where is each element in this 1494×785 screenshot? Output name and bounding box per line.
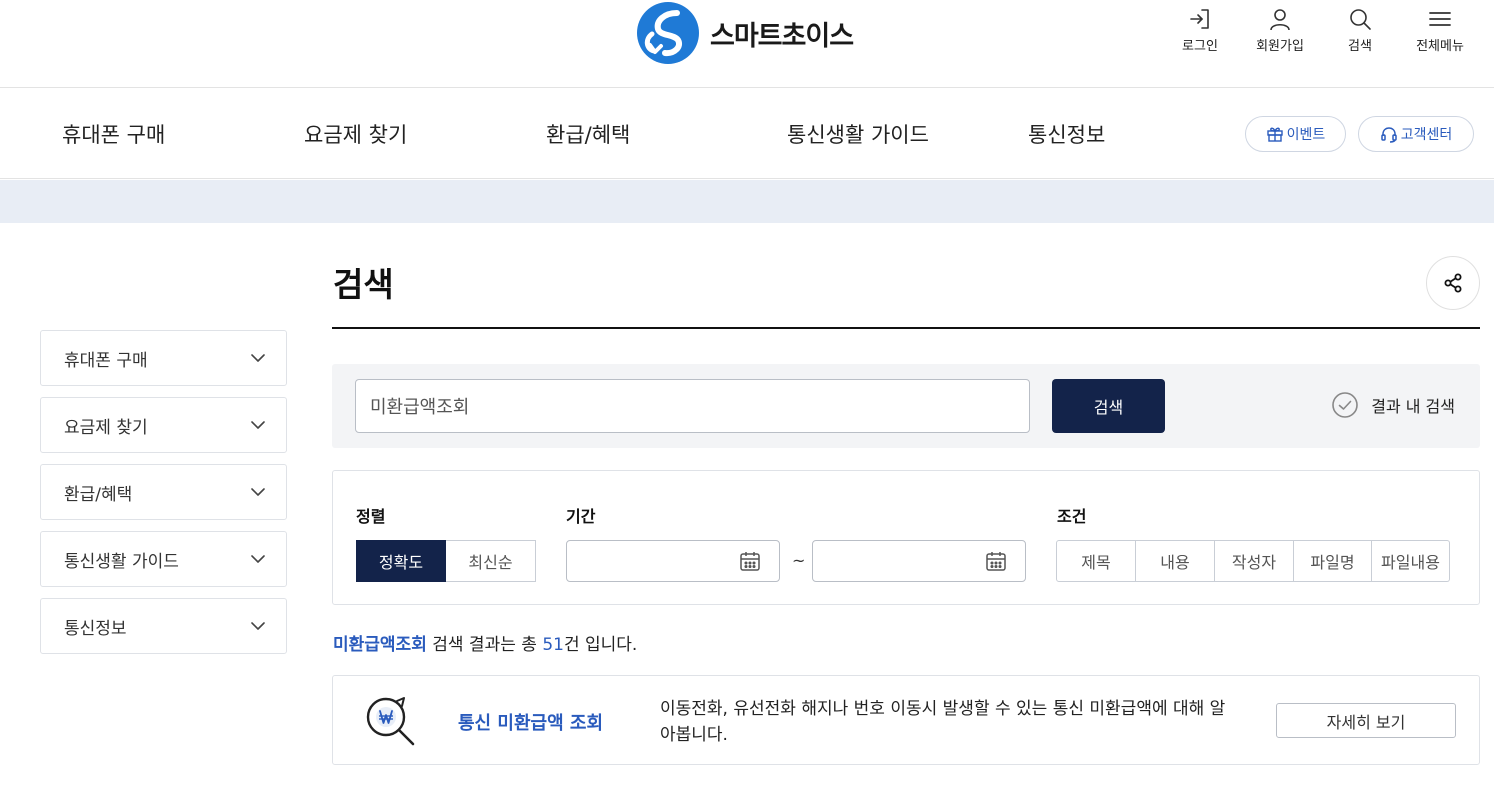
chevron-down-icon	[251, 421, 265, 429]
chevron-down-icon	[251, 555, 265, 563]
sidebar-item-telecom-info[interactable]: 통신정보	[40, 598, 287, 654]
gnb-item-telecom-info[interactable]: 통신정보	[1028, 119, 1105, 149]
condition-label: 조건	[1057, 507, 1087, 526]
share-button[interactable]	[1426, 256, 1480, 310]
result-keyword: 미환급액조회	[333, 635, 427, 655]
check-circle-icon	[1332, 392, 1359, 418]
signup-button[interactable]: 회원가입	[1240, 6, 1320, 54]
all-menu-label: 전체메뉴	[1416, 39, 1464, 54]
all-menu-button[interactable]: 전체메뉴	[1400, 6, 1480, 54]
result-item-description: 이동전화, 유선전화 해지나 번호 이동시 발생할 수 있는 통신 미환급액에 …	[660, 699, 1226, 745]
condition-option-file-content[interactable]: 파일내용	[1372, 540, 1450, 582]
customer-center-button[interactable]: 고객센터	[1358, 116, 1474, 152]
condition-option-author[interactable]: 작성자	[1215, 540, 1294, 582]
logo-text: 스마트초이스	[710, 20, 854, 52]
menu-icon	[1429, 12, 1451, 26]
condition-segment: 제목 내용 작성자 파일명 파일내용	[1056, 540, 1450, 582]
period-separator: ~	[792, 551, 806, 570]
start-date-field[interactable]	[566, 540, 780, 582]
gnb-item-refund-benefit[interactable]: 환급/혜택	[546, 119, 630, 149]
chevron-down-icon	[251, 354, 265, 362]
period-label: 기간	[566, 507, 596, 526]
share-icon	[1444, 273, 1462, 293]
result-item-title[interactable]: 통신 미환급액 조회	[458, 709, 603, 735]
result-item: 통신 미환급액 조회 이동전화, 유선전화 해지나 번호 이동시 발생할 수 있…	[332, 675, 1480, 765]
event-button[interactable]: 이벤트	[1245, 116, 1346, 152]
page-title: 검색	[333, 265, 394, 304]
search-submit-button[interactable]: 검색	[1052, 379, 1165, 433]
search-panel: 검색 결과 내 검색	[332, 364, 1480, 448]
utility-nav: 로그인 회원가입 검색 전체메뉴	[1160, 6, 1480, 54]
sidebar-item-label: 통신생활 가이드	[64, 551, 179, 572]
banner-band	[0, 180, 1494, 223]
gift-icon	[1266, 127, 1283, 142]
won-search-icon	[366, 697, 415, 746]
result-text-before: 검색 결과는 총	[426, 635, 543, 655]
result-summary: 미환급액조회 검색 결과는 총 51건 입니다.	[333, 630, 637, 655]
event-label: 이벤트	[1286, 127, 1326, 143]
gnb-item-plan-finder[interactable]: 요금제 찾기	[304, 119, 407, 149]
search-within-results-toggle[interactable]: 결과 내 검색	[1331, 391, 1455, 419]
main-nav: 휴대폰 구매 요금제 찾기 환급/혜택 통신생활 가이드 통신정보 이벤트 고객…	[0, 89, 1494, 179]
condition-option-filename[interactable]: 파일명	[1294, 540, 1372, 582]
sidebar-item-telecom-guide[interactable]: 통신생활 가이드	[40, 531, 287, 587]
title-divider	[332, 327, 1480, 329]
search-util-label: 검색	[1348, 39, 1372, 54]
result-count: 51	[542, 635, 564, 655]
sort-label: 정렬	[356, 507, 386, 526]
site-logo[interactable]: 스마트초이스	[636, 0, 854, 66]
headset-icon	[1380, 127, 1397, 143]
filter-panel: 정렬 정확도 최신순 기간 ~ 조건 제목 내용 작성자 파일명 파일내용	[332, 470, 1480, 605]
sidebar: 휴대폰 구매 요금제 찾기 환급/혜택 통신생활 가이드 통신정보	[40, 330, 287, 665]
login-label: 로그인	[1182, 39, 1218, 54]
condition-option-title[interactable]: 제목	[1056, 540, 1136, 582]
sort-option-latest[interactable]: 최신순	[446, 540, 536, 582]
end-date-field[interactable]	[812, 540, 1026, 582]
search-util-button[interactable]: 검색	[1320, 6, 1400, 54]
login-icon	[1190, 9, 1209, 29]
gnb-item-telecom-guide[interactable]: 통신생활 가이드	[787, 119, 929, 149]
user-icon	[1270, 9, 1290, 31]
search-input[interactable]	[355, 379, 1030, 433]
sort-segment: 정확도 최신순	[356, 540, 536, 582]
sidebar-item-label: 휴대폰 구매	[64, 350, 148, 371]
calendar-icon	[986, 552, 1006, 571]
sidebar-item-phone-purchase[interactable]: 휴대폰 구매	[40, 330, 287, 386]
result-text-after: 건 입니다.	[563, 635, 638, 655]
login-button[interactable]: 로그인	[1160, 6, 1240, 54]
search-within-label: 결과 내 검색	[1371, 397, 1455, 416]
customer-center-label: 고객센터	[1400, 127, 1453, 143]
search-icon	[1350, 9, 1371, 30]
sidebar-item-label: 요금제 찾기	[64, 417, 148, 438]
top-header: 스마트초이스 로그인 회원가입 검색 전체메뉴	[0, 0, 1494, 88]
sidebar-item-label: 통신정보	[64, 618, 127, 639]
sidebar-item-label: 환급/혜택	[64, 484, 133, 505]
chevron-down-icon	[251, 622, 265, 630]
calendar-icon	[740, 552, 760, 571]
gnb-item-phone-purchase[interactable]: 휴대폰 구매	[62, 119, 165, 149]
logo-mark-icon	[637, 2, 699, 64]
signup-label: 회원가입	[1256, 39, 1304, 54]
chevron-down-icon	[251, 488, 265, 496]
sidebar-item-plan-finder[interactable]: 요금제 찾기	[40, 397, 287, 453]
sort-option-accuracy[interactable]: 정확도	[356, 540, 446, 582]
sidebar-item-refund-benefit[interactable]: 환급/혜택	[40, 464, 287, 520]
condition-option-content[interactable]: 내용	[1136, 540, 1215, 582]
view-details-button[interactable]: 자세히 보기	[1276, 703, 1456, 738]
